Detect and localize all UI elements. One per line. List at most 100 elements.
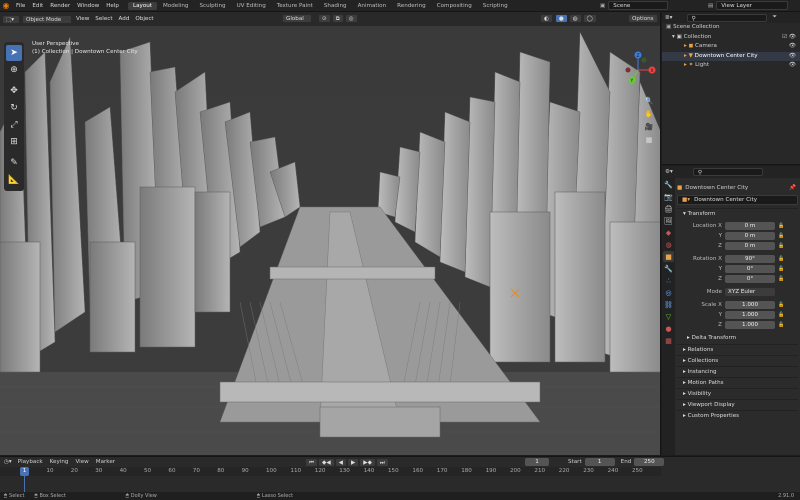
object-datablock-field[interactable]: ■▾ Downtown Center City (677, 195, 798, 205)
play-reverse-icon[interactable]: ◀ (334, 458, 347, 467)
overlay-icon[interactable]: ◐ (540, 14, 553, 23)
outliner-item-light[interactable]: ▸ ✦ Light 👁 (662, 61, 800, 71)
lock-icon[interactable]: 🔓 (778, 256, 784, 262)
timeline-menu-playback[interactable]: Playback (18, 459, 43, 465)
current-frame-field[interactable]: 1 (525, 458, 549, 466)
cursor-icon[interactable]: ⊕ (6, 62, 22, 78)
timeline-menu-keying[interactable]: Keying (50, 459, 69, 465)
view-layer-tab-icon[interactable]: 🖼 (663, 215, 674, 226)
location-z-field[interactable]: 0 m (725, 242, 775, 250)
measure-icon[interactable]: 📐 (6, 172, 22, 188)
tab-compositing[interactable]: Compositing (432, 2, 477, 10)
lock-icon[interactable]: 🔓 (778, 243, 784, 249)
timeline-ruler[interactable]: 0102030405060708090100110120130140150160… (0, 467, 661, 476)
mode-dropdown[interactable]: Object Mode (22, 14, 72, 24)
timeline-editor-icon[interactable]: ◷▾ (4, 459, 12, 465)
tab-rendering[interactable]: Rendering (392, 2, 431, 10)
collection-row[interactable]: ▾ ▣ Collection ☑ 👁 (662, 33, 800, 43)
rendered-shading-icon[interactable]: ◯ (582, 14, 597, 23)
scene-tab-icon[interactable]: ◆ (663, 227, 674, 238)
navigation-gizmo[interactable]: X Z Y (622, 50, 658, 90)
tab-animation[interactable]: Animation (353, 2, 392, 10)
lock-icon[interactable]: 🔓 (778, 223, 784, 229)
playhead[interactable]: 1 (20, 467, 29, 476)
orientation-dropdown[interactable]: Global (282, 14, 312, 23)
tab-scripting[interactable]: Scripting (478, 2, 513, 10)
tab-uv-editing[interactable]: UV Editing (232, 2, 271, 10)
menu-edit[interactable]: Edit (32, 3, 43, 9)
outliner-item-camera[interactable]: ▸ ◼ Camera 👁 (662, 42, 800, 52)
jump-end-icon[interactable]: ⏭ (375, 458, 389, 467)
panel-instancing[interactable]: ▸ Instancing (677, 366, 798, 377)
play-icon[interactable]: ▶ (346, 458, 360, 467)
move-icon[interactable]: ✥ (6, 83, 22, 99)
tab-texture-paint[interactable]: Texture Paint (272, 2, 318, 10)
timeline-menu-view[interactable]: View (75, 459, 88, 465)
material-tab-icon[interactable]: ● (663, 323, 674, 334)
lock-icon[interactable]: 🔓 (778, 233, 784, 239)
editor-type-button[interactable]: ⬚▾ (2, 14, 20, 24)
camera-view-icon[interactable]: 🎥 (643, 121, 655, 133)
scale-y-field[interactable]: 1.000 (725, 311, 775, 319)
zoom-icon[interactable]: 🔍 (643, 95, 655, 107)
viewport-menu-select[interactable]: Select (95, 16, 112, 22)
render-tab-icon[interactable]: 📷 (663, 191, 674, 202)
select-box-icon[interactable]: ➤ (6, 45, 22, 61)
modifier-tab-icon[interactable]: 🔧 (663, 263, 674, 274)
panel-collections[interactable]: ▸ Collections (677, 355, 798, 366)
pan-hand-icon[interactable]: ✋ (643, 108, 655, 120)
object-tab-icon[interactable]: ■ (663, 251, 674, 262)
viewport-menu-view[interactable]: View (76, 16, 89, 22)
prev-key-icon[interactable]: ◆◀ (318, 458, 335, 467)
grid-view-icon[interactable]: ▦ (643, 134, 655, 146)
start-frame-field[interactable]: 1 (584, 458, 615, 466)
properties-editor-icon[interactable]: ⚙▾ (665, 169, 673, 175)
world-tab-icon[interactable]: ◍ (663, 239, 674, 250)
physics-tab-icon[interactable]: ◎ (663, 287, 674, 298)
tab-shading[interactable]: Shading (319, 2, 352, 10)
panel-motion-paths[interactable]: ▸ Motion Paths (677, 377, 798, 388)
filter-icon[interactable]: ⏷ (773, 14, 777, 21)
rotation-x-field[interactable]: 90° (725, 255, 775, 263)
viewport-menu-object[interactable]: Object (135, 16, 153, 22)
location-x-field[interactable]: 0 m (725, 222, 775, 230)
jump-start-icon[interactable]: ⏮ (305, 458, 319, 467)
lock-icon[interactable]: 🔓 (778, 302, 784, 308)
menu-window[interactable]: Window (77, 3, 99, 9)
rotation-mode-dropdown[interactable]: XYZ Euler (725, 288, 775, 296)
tool-tab-icon[interactable]: 🔧 (663, 179, 674, 190)
rotation-y-field[interactable]: 0° (725, 265, 775, 273)
material-shading-icon[interactable]: ◍ (568, 14, 582, 23)
constraints-tab-icon[interactable]: ⛓ (663, 299, 674, 310)
properties-search-input[interactable]: ⚲ (692, 168, 763, 176)
outliner-editor-icon[interactable]: ≣▾ (665, 15, 673, 21)
lock-icon[interactable]: 🔓 (778, 312, 784, 318)
scale-z-field[interactable]: 1.000 (725, 321, 775, 329)
proportional-edit-icon[interactable]: ◎ (344, 14, 358, 23)
transform-icon[interactable]: ⊞ (6, 134, 22, 150)
lock-icon[interactable]: 🔓 (778, 322, 784, 328)
pin-icon[interactable]: 📌 (789, 185, 796, 191)
view-layer-field[interactable]: View Layer (716, 1, 789, 10)
tab-layout[interactable]: Layout (127, 1, 157, 10)
end-frame-field[interactable]: 250 (634, 458, 665, 466)
transform-panel-header[interactable]: ▾ Transform (677, 208, 798, 219)
lock-icon[interactable]: 🔓 (778, 276, 784, 282)
outliner-search-input[interactable]: ⚲ (686, 13, 767, 22)
outliner-item-city[interactable]: ▸ ▼ Downtown Center City 👁 (662, 51, 800, 61)
tab-sculpting[interactable]: Sculpting (194, 2, 230, 10)
panel-visibility[interactable]: ▸ Visibility (677, 388, 798, 399)
panel-custom-properties[interactable]: ▸ Custom Properties (677, 410, 798, 421)
scale-x-field[interactable]: 1.000 (725, 301, 775, 309)
viewport-menu-add[interactable]: Add (119, 16, 130, 22)
scene-field[interactable]: Scene (608, 1, 669, 10)
particles-tab-icon[interactable]: ∴ (663, 275, 674, 286)
annotate-icon[interactable]: ✎ (6, 155, 22, 171)
delta-transform-header[interactable]: ▸ Delta Transform (677, 333, 798, 344)
menu-help[interactable]: Help (106, 3, 119, 9)
tab-modeling[interactable]: Modeling (158, 2, 193, 10)
blender-logo-icon[interactable]: ◉ (0, 1, 12, 10)
solid-shading-icon[interactable]: ● (554, 14, 568, 23)
scale-icon[interactable]: ⤢ (6, 117, 22, 133)
panel-relations[interactable]: ▸ Relations (677, 344, 798, 355)
